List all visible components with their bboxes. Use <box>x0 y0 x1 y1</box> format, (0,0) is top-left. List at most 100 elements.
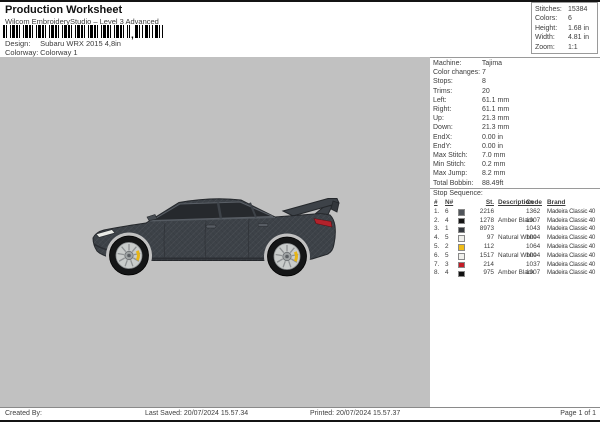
cell-num: 3. <box>434 225 440 233</box>
cell-needle: 5 <box>445 251 449 259</box>
info-value: 88.49ft <box>481 179 504 187</box>
rear-wheel <box>267 236 307 277</box>
machine-info-row: Left: 61.1 mm <box>433 96 509 105</box>
machine-info-row: Stops: 8 <box>433 77 509 86</box>
rear-door-handle <box>257 223 269 227</box>
cell-brand: Madeira Classic 40 <box>547 225 596 233</box>
stop-sequence-row: 5. 2 112 1064 Madeira Classic 40 <box>430 243 600 252</box>
cell-num: 1. <box>434 207 440 215</box>
stop-sequence-row: 7. 3 214 1037 Madeira Classic 40 <box>430 261 600 270</box>
stop-sequence-row: 1. 6 2216 1362 Madeira Classic 40 <box>430 208 600 217</box>
cell-stitches: 2216 <box>479 207 494 215</box>
machine-info-row: Up: 21.3 mm <box>433 114 509 123</box>
cell-brand: Madeira Classic 40 <box>547 269 596 277</box>
printed-text: Printed: 20/07/2024 15.57.37 <box>310 410 401 417</box>
design-barcode: , <box>3 25 165 41</box>
cell-stitches: 97 <box>486 234 494 242</box>
cell-code: 1362 <box>526 207 541 215</box>
cell-num: 2. <box>434 216 440 224</box>
top-rule <box>0 0 600 2</box>
stat-label: Stitches: <box>535 6 562 13</box>
info-label: Total Bobbin: <box>433 179 474 187</box>
design-value: Subaru WRX 2015 4,8in <box>40 39 121 48</box>
page-number: Page 1 of 1 <box>560 410 596 417</box>
cell-stitches: 975 <box>483 269 494 277</box>
cell-brand: Madeira Classic 40 <box>547 207 596 215</box>
col-header-brand: Brand <box>547 199 566 206</box>
info-label: Min Stitch: <box>433 161 466 169</box>
info-label: Trims: <box>433 87 453 95</box>
info-value: 61.1 mm <box>481 96 510 104</box>
info-value: 0.2 mm <box>481 161 506 169</box>
machine-info-list: Machine: Tajima Color changes: 7 Stops: … <box>433 59 509 188</box>
cell-stitches: 8973 <box>479 225 494 233</box>
stat-value: 1:1 <box>567 43 578 51</box>
design-row: Design: Subaru WRX 2015 4,8in <box>5 39 121 48</box>
info-value: 21.3 mm <box>481 115 510 123</box>
thread-color-swatch <box>458 244 465 251</box>
footer-rule <box>0 407 600 408</box>
col-header-needle: N# <box>445 199 454 206</box>
cell-num: 8. <box>434 269 440 277</box>
cell-brand: Madeira Classic 40 <box>547 242 596 250</box>
info-label: Max Jump: <box>433 170 468 178</box>
stat-value: 4.81 in <box>567 34 589 42</box>
stat-label: Width: <box>535 34 555 42</box>
col-header-num: # <box>434 199 438 206</box>
machine-info-row: Color changes: 7 <box>433 68 509 77</box>
machine-info-row: Trims: 20 <box>433 87 509 96</box>
cell-brand: Madeira Classic 40 <box>547 251 596 259</box>
colorway-row: Colorway: Colorway 1 <box>5 48 78 57</box>
info-label: Machine: <box>433 60 462 67</box>
thread-color-swatch <box>458 209 465 216</box>
stat-value: 1.68 in <box>567 24 589 32</box>
cell-code: 1007 <box>526 269 541 277</box>
cell-brand: Madeira Classic 40 <box>547 234 596 242</box>
cell-code: 1004 <box>526 234 541 242</box>
col-header-stitches: St. <box>485 199 494 206</box>
info-value: 8 <box>481 78 486 86</box>
info-value: 8.2 mm <box>481 170 506 178</box>
thread-color-swatch <box>458 217 465 225</box>
design-stats-box: Stitches: 15384 Colors: 6 Height: 1.68 i… <box>531 2 598 54</box>
cell-stitches: 214 <box>483 260 494 268</box>
stop-sequence-row: 3. 1 8973 1043 Madeira Classic 40 <box>430 225 600 234</box>
info-label: EndY: <box>433 142 452 150</box>
stat-row: Colors: 6 <box>535 14 597 23</box>
machine-info-row: Machine: Tajima <box>433 59 509 68</box>
info-label: Color changes: <box>433 69 481 77</box>
thread-color-swatch <box>458 270 465 278</box>
barcode-bars-left <box>3 25 130 38</box>
thread-color-swatch <box>458 253 465 260</box>
cell-needle: 4 <box>445 216 449 224</box>
cell-needle: 2 <box>445 242 449 250</box>
production-worksheet-page: Production Worksheet Wilcom EmbroiderySt… <box>0 0 600 424</box>
cell-needle: 4 <box>445 269 449 277</box>
stat-value: 6 <box>567 15 572 23</box>
stop-sequence-row: 4. 5 97 Natural White 1004 Madeira Class… <box>430 234 600 243</box>
cell-code: 1007 <box>526 216 541 224</box>
stop-sequence-table: # N# St. Description Code Brand 1. 6 221… <box>430 199 600 278</box>
stat-label: Zoom: <box>535 43 555 51</box>
colorway-value: Colorway 1 <box>40 48 78 57</box>
machine-info-row: Right: 61.1 mm <box>433 105 509 114</box>
machine-info-row: EndX: 0.00 in <box>433 133 509 142</box>
info-label: EndX: <box>433 133 453 141</box>
page-title: Production Worksheet <box>5 4 123 16</box>
cell-stitches: 1517 <box>479 251 494 259</box>
cell-brand: Madeira Classic 40 <box>547 216 596 224</box>
design-label: Design: <box>5 39 31 48</box>
stop-sequence-header-row: # N# St. Description Code Brand <box>430 199 600 208</box>
cell-stitches: 112 <box>483 242 494 250</box>
stop-sequence-row: 2. 4 1278 Amber Black 1007 Madeira Class… <box>430 217 600 226</box>
machine-info-row: Total Bobbin: 88.49ft <box>433 179 509 188</box>
cell-stitches: 1278 <box>479 216 494 224</box>
cell-code: 1043 <box>526 225 541 233</box>
stat-label: Height: <box>535 24 558 32</box>
cell-num: 6. <box>434 251 440 259</box>
barcode-bars-right <box>134 25 165 38</box>
info-label: Right: <box>433 106 452 114</box>
cell-needle: 3 <box>445 260 449 268</box>
stat-row: Zoom: 1:1 <box>535 43 597 52</box>
cell-brand: Madeira Classic 40 <box>547 260 596 268</box>
